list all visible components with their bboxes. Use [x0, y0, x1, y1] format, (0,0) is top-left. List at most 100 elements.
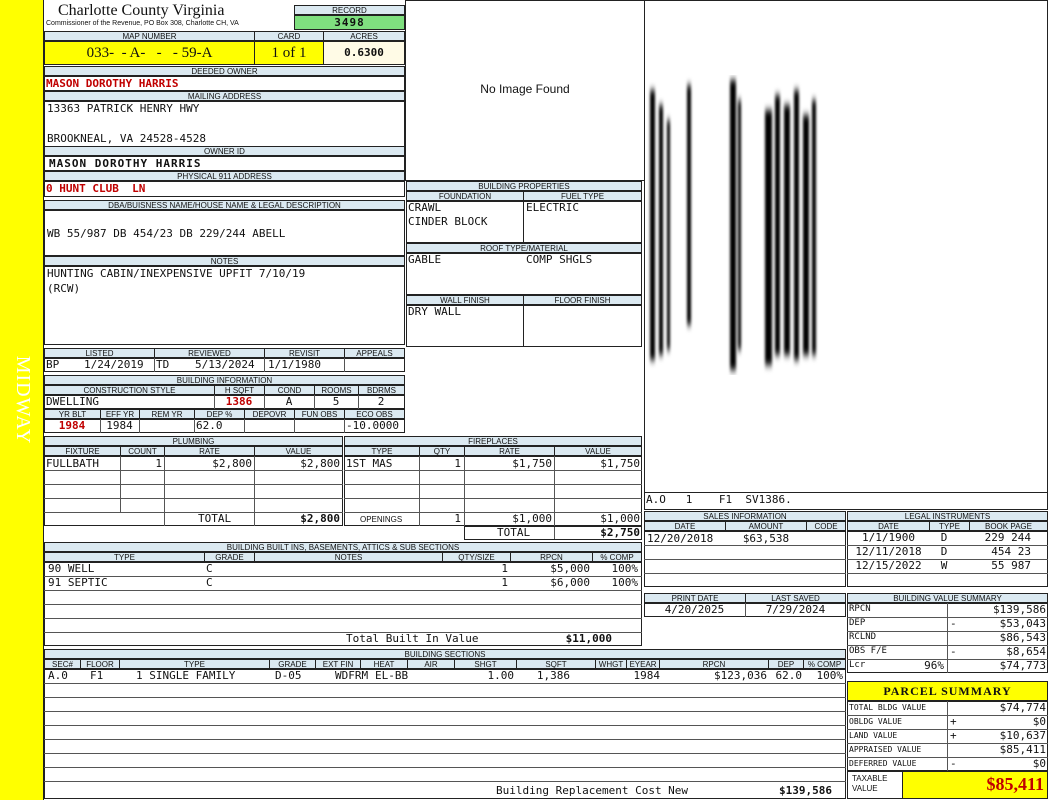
sections-grade-header: GRADE [269, 659, 316, 669]
reviewed-date: 5/13/2024 [195, 358, 255, 371]
plumbing-count: 1 [155, 457, 162, 470]
legal-book: 229 244 [984, 531, 1031, 544]
builtin-comp: 100% [611, 576, 639, 589]
legal-date-header: DATE [847, 521, 930, 531]
section-extfin: WDFRM [335, 669, 369, 682]
builtins-rpcn-header: RPCN [510, 552, 593, 562]
side-label: MIDWAY [12, 355, 34, 445]
section-floor: F1 [90, 669, 104, 682]
sections-air-header: AIR [407, 659, 455, 669]
legal-type: D [940, 531, 948, 544]
sale-amount: $63,538 [742, 532, 790, 545]
legal-date: 1/1/1900 [862, 531, 915, 544]
floor-finish-box [523, 305, 642, 347]
acres-value: 0.6300 [323, 41, 405, 65]
legal-book: 55 987 [991, 559, 1031, 572]
sections-heat-header: HEAT [360, 659, 408, 669]
openings-value: $1,000 [600, 512, 640, 525]
remyr-label: REM YR [139, 409, 195, 419]
bvs-value: $139,586 [993, 603, 1046, 616]
parcel-label: LAND VALUE [849, 731, 898, 740]
no-image-text: No Image Found [480, 82, 570, 96]
openings-rate: $1,000 [512, 512, 552, 525]
roof-type: GABLE [408, 253, 442, 266]
floor-finish-label: FLOOR FINISH [523, 295, 642, 305]
revisit-label: REVISIT [264, 348, 345, 358]
builtins-grade-header: GRADE [204, 552, 255, 562]
builtins-qty-header: QTY/SIZE [442, 552, 511, 562]
notes-line-1: HUNTING CABIN/INEXPENSIVE UPFIT 7/10/19 [47, 267, 306, 280]
taxable-label: TAXABLE VALUE [852, 774, 888, 793]
bvs-value: $53,043 [999, 617, 1046, 630]
sections-sqft-header: SQFT [516, 659, 596, 669]
legal-instruments-title: LEGAL INSTRUMENTS [847, 511, 1048, 521]
sale-date: 12/20/2018 [647, 532, 714, 545]
plumbing-total-label: TOTAL [198, 512, 232, 525]
print-date-label: PRINT DATE [644, 593, 746, 603]
sales-date-header: DATE [644, 521, 726, 531]
sales-amount-header: AMOUNT [725, 521, 807, 531]
sections-title: BUILDING SECTIONS [44, 649, 846, 659]
builtin-rpcn: $5,000 [550, 562, 590, 575]
parcel-label: APPRAISED VALUE [849, 745, 922, 754]
foundation-1: CRAWL [408, 201, 442, 214]
section-sqft: 1,386 [536, 669, 570, 682]
sketch-drawing [650, 80, 816, 370]
parcel-label: TOTAL BLDG VALUE [849, 703, 927, 712]
notes-label: NOTES [44, 256, 405, 266]
parcel-label: DEFERRED VALUE [849, 759, 917, 768]
taxable-value: $85,411 [986, 774, 1044, 794]
side-bar: MIDWAY [0, 0, 44, 800]
builtins-notes-header: NOTES [254, 552, 443, 562]
section-dep: 62.0 [775, 669, 803, 682]
sales-code-header: CODE [806, 521, 846, 531]
section-comp: 100% [816, 669, 844, 682]
sales-title: SALES INFORMATION [644, 511, 846, 521]
openings-label: OPENINGS [360, 515, 403, 524]
fuel-type-label: FUEL TYPE [523, 191, 642, 201]
plumbing-title: PLUMBING [44, 436, 343, 446]
builtin-type: 90 WELL [48, 562, 95, 575]
plumbing-rate: $2,800 [212, 457, 252, 470]
legal-book: 454 23 [991, 545, 1031, 558]
section-shgt: 1.00 [487, 669, 515, 682]
bvs-label: RPCN [849, 604, 871, 614]
section-heat: EL-BB [375, 669, 409, 682]
openings-qty: 1 [454, 512, 461, 525]
hsqft-value: 1386 [225, 395, 253, 408]
dep-label: DEP % [194, 409, 245, 419]
last-saved-label: LAST SAVED [745, 593, 846, 603]
builtins-total-label: Total Built In Value [346, 632, 479, 645]
builtins-total: $11,000 [565, 632, 612, 645]
builtin-grade: C [206, 576, 213, 589]
parcel-value: $85,411 [999, 743, 1046, 756]
fireplace-rate: $1,750 [512, 457, 552, 470]
parcel-label: OBLDG VALUE [849, 717, 902, 726]
sections-total: $139,586 [779, 784, 832, 797]
builtins-type-header: TYPE [44, 552, 205, 562]
fireplaces-rate-header: RATE [464, 446, 555, 456]
section-sec: A.0 [48, 669, 68, 682]
legal-type: W [940, 559, 948, 572]
fireplace-type: 1ST MAS [346, 457, 393, 470]
builtin-type: 91 SEPTIC [48, 576, 108, 589]
plumbing-rate-header: RATE [164, 446, 255, 456]
legal-date: 12/11/2018 [855, 545, 922, 558]
builtin-grade: C [206, 562, 213, 575]
sections-eyear-header: EYEAR [626, 659, 660, 669]
parcel-summary-title: PARCEL SUMMARY [847, 681, 1048, 701]
sections-extfin-header: EXT FIN [315, 659, 361, 669]
listed-label: LISTED [44, 348, 155, 358]
wall-finish-label: WALL FINISH [406, 295, 524, 305]
notes-line-2: (RCW) [47, 282, 81, 295]
legal-type-header: TYPE [929, 521, 970, 531]
legal-description-label: DBA/BUISNESS NAME/HOUSE NAME & LEGAL DES… [44, 200, 405, 210]
fireplaces-total: $2,750 [600, 526, 640, 539]
bdrms-label: BDRMS [358, 385, 405, 395]
sections-comp-header: % COMP [803, 659, 846, 669]
legal-date: 12/15/2022 [855, 559, 922, 572]
roof-label: ROOF TYPE/MATERIAL [406, 243, 642, 253]
construction-style: DWELLING [46, 395, 99, 408]
county-address: Commissioner of the Revenue, PO Box 308,… [46, 20, 239, 27]
card-label: CARD [254, 31, 324, 41]
